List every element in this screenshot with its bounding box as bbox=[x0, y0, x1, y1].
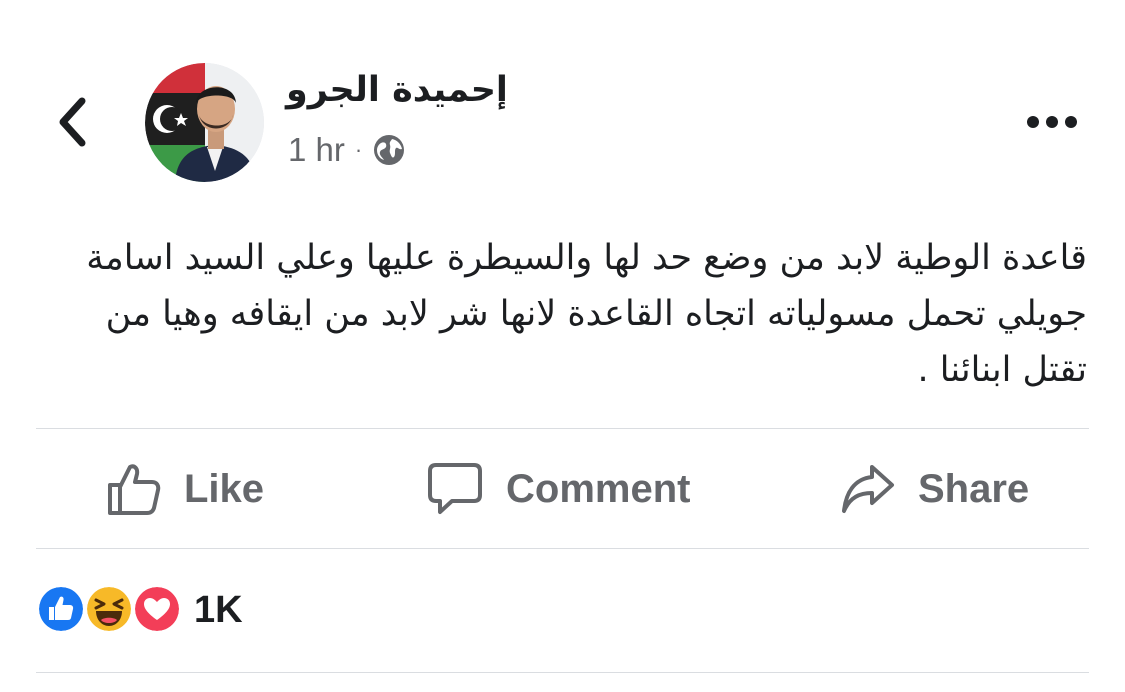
post-timestamp[interactable]: 1 hr bbox=[288, 131, 345, 169]
more-options-button[interactable] bbox=[1020, 102, 1084, 142]
reaction-icons bbox=[36, 584, 182, 636]
like-reaction-icon bbox=[36, 584, 86, 634]
share-arrow-icon bbox=[842, 465, 894, 513]
comment-button[interactable]: Comment bbox=[426, 430, 690, 548]
avatar-photo bbox=[145, 63, 264, 182]
share-label: Share bbox=[918, 466, 1030, 511]
divider-footer bbox=[36, 672, 1089, 673]
back-button[interactable] bbox=[44, 92, 100, 152]
globe-icon[interactable] bbox=[372, 133, 406, 167]
avatar[interactable] bbox=[145, 63, 264, 182]
comment-label: Comment bbox=[506, 466, 691, 511]
comment-bubble-icon bbox=[428, 463, 482, 514]
haha-reaction-icon bbox=[84, 584, 134, 634]
meta-separator: · bbox=[354, 137, 363, 162]
chevron-left-icon bbox=[59, 97, 86, 147]
action-bar: Like Comment Share bbox=[36, 430, 1089, 548]
divider-bottom bbox=[36, 548, 1089, 549]
reaction-count: 1K bbox=[194, 588, 243, 631]
reactions-summary[interactable]: 1K bbox=[36, 580, 243, 640]
thumbs-up-icon bbox=[108, 464, 161, 515]
like-button[interactable]: Like bbox=[106, 430, 264, 548]
post-meta: 1 hr · bbox=[288, 128, 406, 172]
author-name[interactable]: إحميدة الجرو bbox=[286, 70, 526, 110]
post-text: قاعدة الوطية لابد من وضع حد لها والسيطرة… bbox=[86, 238, 1087, 390]
divider-top bbox=[36, 428, 1089, 429]
more-dots-icon bbox=[1027, 116, 1077, 128]
love-reaction-icon bbox=[132, 584, 182, 634]
like-label: Like bbox=[184, 466, 265, 511]
share-button[interactable]: Share bbox=[840, 430, 1029, 548]
